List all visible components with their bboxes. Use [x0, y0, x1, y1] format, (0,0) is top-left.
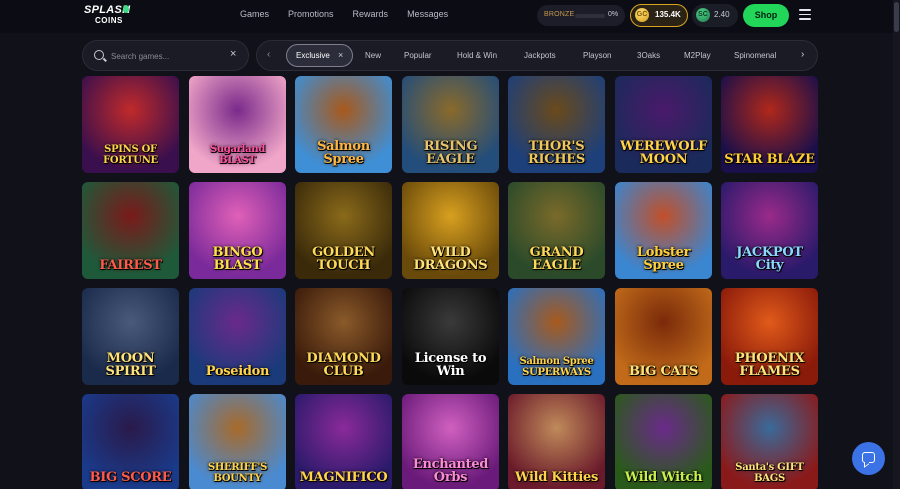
gold-coin-icon: GC — [635, 8, 649, 22]
game-title: License to Win — [414, 351, 487, 379]
game-tile[interactable]: BINGO BLAST — [189, 182, 286, 279]
game-title: Lobster Spree — [636, 245, 691, 273]
game-title: Wild Witch — [624, 470, 703, 485]
filter-chip[interactable]: Playson — [583, 51, 611, 60]
game-tile[interactable]: WEREWOLF MOON — [615, 76, 712, 173]
game-tile[interactable]: MAGNIFICO — [295, 394, 392, 489]
game-tile[interactable]: PHOENIX FLAMES — [721, 288, 818, 385]
game-tile[interactable]: FAIREST — [82, 182, 179, 279]
category-filter-bar: ‹ Exclusive × New Popular Hold & Win Jac… — [256, 40, 818, 71]
game-title: PHOENIX FLAMES — [734, 351, 805, 379]
game-tile[interactable]: Wild Kitties — [508, 394, 605, 489]
game-title: BIG CATS — [628, 364, 699, 379]
chevron-left-icon[interactable]: ‹ — [267, 49, 270, 60]
game-tile[interactable]: Santa's GIFT BAGS — [721, 394, 818, 489]
brand-line2: COINS — [95, 16, 123, 25]
game-title: WILD DRAGONS — [413, 245, 488, 273]
filter-chip[interactable]: New — [365, 51, 381, 60]
shop-button[interactable]: Shop — [743, 4, 789, 27]
game-tile[interactable]: GOLDEN TOUCH — [295, 182, 392, 279]
game-tile[interactable]: GRAND EAGLE — [508, 182, 605, 279]
game-title: STAR BLAZE — [724, 152, 815, 167]
game-title: Santa's GIFT BAGS — [735, 462, 804, 484]
game-title: THOR'S RICHES — [527, 139, 585, 167]
game-title: FAIREST — [99, 258, 162, 273]
filter-chip[interactable]: M2Play — [684, 51, 711, 60]
search-box: × — [82, 40, 249, 71]
splash-drop-icon — [123, 5, 129, 13]
main-nav: Games Promotions Rewards Messages — [240, 9, 467, 19]
game-tile[interactable]: RISING EAGLE — [402, 76, 499, 173]
filter-chip[interactable]: Jackpots — [524, 51, 556, 60]
game-tile[interactable]: Salmon Spree SUPERWAYS — [508, 288, 605, 385]
filter-chip[interactable]: Hold & Win — [457, 51, 497, 60]
game-title: Sugarland BLAST — [209, 144, 266, 166]
game-tile[interactable]: License to Win — [402, 288, 499, 385]
game-title: GOLDEN TOUCH — [312, 245, 375, 273]
game-title: GRAND EAGLE — [529, 245, 584, 273]
nav-messages[interactable]: Messages — [407, 9, 448, 19]
sweeps-coin-value: 2.40 — [714, 10, 730, 19]
game-title: JACKPOT City — [736, 245, 803, 273]
search-icon — [94, 50, 104, 60]
chat-support-button[interactable] — [852, 442, 885, 475]
game-title: BINGO BLAST — [212, 245, 263, 273]
game-tile[interactable]: THOR'S RICHES — [508, 76, 605, 173]
sweeps-coin-icon: SC — [696, 8, 710, 22]
tier-percent: 0% — [608, 11, 619, 18]
game-tile[interactable]: JACKPOT City — [721, 182, 818, 279]
game-title: SHERIFF'S BOUNTY — [207, 462, 268, 484]
game-tile[interactable]: DIAMOND CLUB — [295, 288, 392, 385]
game-title: Wild Kitties — [514, 470, 599, 485]
search-input[interactable] — [111, 48, 221, 64]
game-title: SPINS OF FORTUNE — [103, 144, 158, 166]
sweeps-coin-balance[interactable]: SC 2.40 — [692, 4, 738, 27]
game-tile[interactable]: BIG CATS — [615, 288, 712, 385]
page-scrollbar[interactable] — [893, 0, 900, 489]
nav-rewards[interactable]: Rewards — [353, 9, 389, 19]
gold-coin-balance[interactable]: GC 135.4K — [630, 4, 688, 27]
game-title: Salmon Spree — [317, 139, 370, 167]
nav-promotions[interactable]: Promotions — [288, 9, 334, 19]
top-bar: SPLASH COINS Games Promotions Rewards Me… — [0, 0, 900, 33]
filter-chip-active-label: Exclusive — [296, 51, 330, 60]
game-title: Salmon Spree SUPERWAYS — [519, 356, 594, 378]
remove-filter-icon[interactable]: × — [338, 50, 343, 60]
game-tile[interactable]: MOON SPIRIT — [82, 288, 179, 385]
game-tile[interactable]: Wild Witch — [615, 394, 712, 489]
game-title: Poseidon — [205, 364, 270, 379]
game-tile[interactable]: Poseidon — [189, 288, 286, 385]
game-title: DIAMOND CLUB — [306, 351, 381, 379]
nav-games[interactable]: Games — [240, 9, 269, 19]
game-tile[interactable]: Lobster Spree — [615, 182, 712, 279]
game-tile[interactable]: SHERIFF'S BOUNTY — [189, 394, 286, 489]
filter-chip[interactable]: Popular — [404, 51, 432, 60]
brand-logo[interactable]: SPLASH COINS — [84, 4, 140, 28]
filter-chip[interactable]: 3Oaks — [637, 51, 660, 60]
game-tile[interactable]: STAR BLAZE — [721, 76, 818, 173]
tier-progress-bar — [575, 14, 605, 18]
game-tile[interactable]: Sugarland BLAST — [189, 76, 286, 173]
game-title: BIG SCORE — [89, 470, 172, 485]
game-title: Enchanted Orbs — [412, 457, 489, 485]
tier-progress[interactable]: BRONZE 0% — [537, 5, 625, 26]
game-tile[interactable]: BIG SCORE — [82, 394, 179, 489]
chevron-right-icon[interactable]: › — [801, 49, 804, 60]
game-tile[interactable]: Salmon Spree — [295, 76, 392, 173]
game-title: MAGNIFICO — [299, 470, 388, 485]
game-title: MOON SPIRIT — [105, 351, 156, 379]
close-icon[interactable]: × — [230, 48, 236, 60]
scrollbar-thumb[interactable] — [894, 2, 899, 32]
tier-label: BRONZE — [544, 11, 575, 18]
hamburger-menu-icon[interactable] — [799, 9, 811, 20]
game-tile[interactable]: SPINS OF FORTUNE — [82, 76, 179, 173]
game-title: RISING EAGLE — [423, 139, 478, 167]
filter-chip-active[interactable]: Exclusive × — [286, 44, 353, 67]
game-tile[interactable]: Enchanted Orbs — [402, 394, 499, 489]
filter-chip[interactable]: Spinomenal — [734, 51, 776, 60]
game-tile[interactable]: WILD DRAGONS — [402, 182, 499, 279]
chat-bubble-icon — [862, 452, 875, 463]
game-title: WEREWOLF MOON — [619, 139, 708, 167]
gold-coin-value: 135.4K — [655, 10, 681, 19]
